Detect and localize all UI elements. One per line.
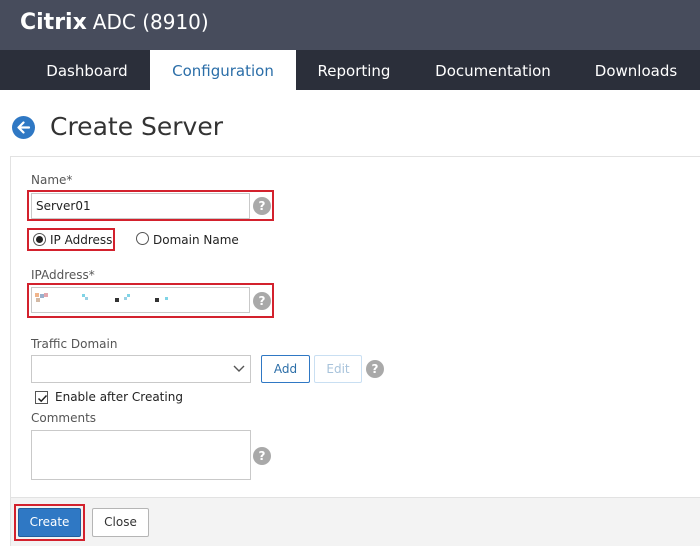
tab-configuration[interactable]: Configuration <box>150 50 296 90</box>
chevron-down-icon <box>233 365 245 372</box>
comments-help-icon[interactable]: ? <box>253 447 271 465</box>
add-traffic-domain-button[interactable]: Add <box>261 355 310 383</box>
tab-documentation[interactable]: Documentation <box>418 50 568 90</box>
arrow-left-icon <box>17 121 31 134</box>
comments-textarea[interactable] <box>31 430 251 480</box>
ip-address-radio[interactable] <box>33 233 46 246</box>
app-header: Citrix ADC (8910) <box>0 0 700 50</box>
traffic-domain-select[interactable] <box>31 355 251 383</box>
checkmark-icon <box>37 394 48 403</box>
tab-reporting[interactable]: Reporting <box>300 50 408 90</box>
name-label: Name* <box>31 173 73 187</box>
tab-dashboard[interactable]: Dashboard <box>26 50 148 90</box>
name-input[interactable]: Server01 <box>31 193 250 219</box>
create-button[interactable]: Create <box>18 508 81 537</box>
domain-name-radio[interactable] <box>136 232 149 245</box>
page-title: Create Server <box>50 112 223 141</box>
ip-address-radio-label: IP Address <box>50 233 113 247</box>
tab-downloads[interactable]: Downloads <box>578 50 694 90</box>
traffic-domain-help-icon[interactable]: ? <box>366 360 384 378</box>
edit-traffic-domain-button[interactable]: Edit <box>314 355 362 383</box>
brand-model: ADC (8910) <box>92 10 209 34</box>
main-nav: Dashboard Configuration Reporting Docume… <box>0 50 700 90</box>
traffic-domain-label: Traffic Domain <box>31 337 118 351</box>
ip-address-help-icon[interactable]: ? <box>253 292 271 310</box>
domain-name-radio-label: Domain Name <box>153 233 239 247</box>
name-help-icon[interactable]: ? <box>253 197 271 215</box>
ip-address-label: IPAddress* <box>31 268 95 282</box>
comments-label: Comments <box>31 411 97 425</box>
enable-after-creating-checkbox[interactable] <box>35 391 48 404</box>
brand-name: Citrix <box>20 10 87 35</box>
app-brand: Citrix ADC (8910) <box>20 10 209 35</box>
enable-after-creating-label: Enable after Creating <box>55 390 183 404</box>
close-button[interactable]: Close <box>92 508 149 537</box>
back-button[interactable] <box>12 116 35 139</box>
ip-address-input[interactable] <box>31 287 250 313</box>
